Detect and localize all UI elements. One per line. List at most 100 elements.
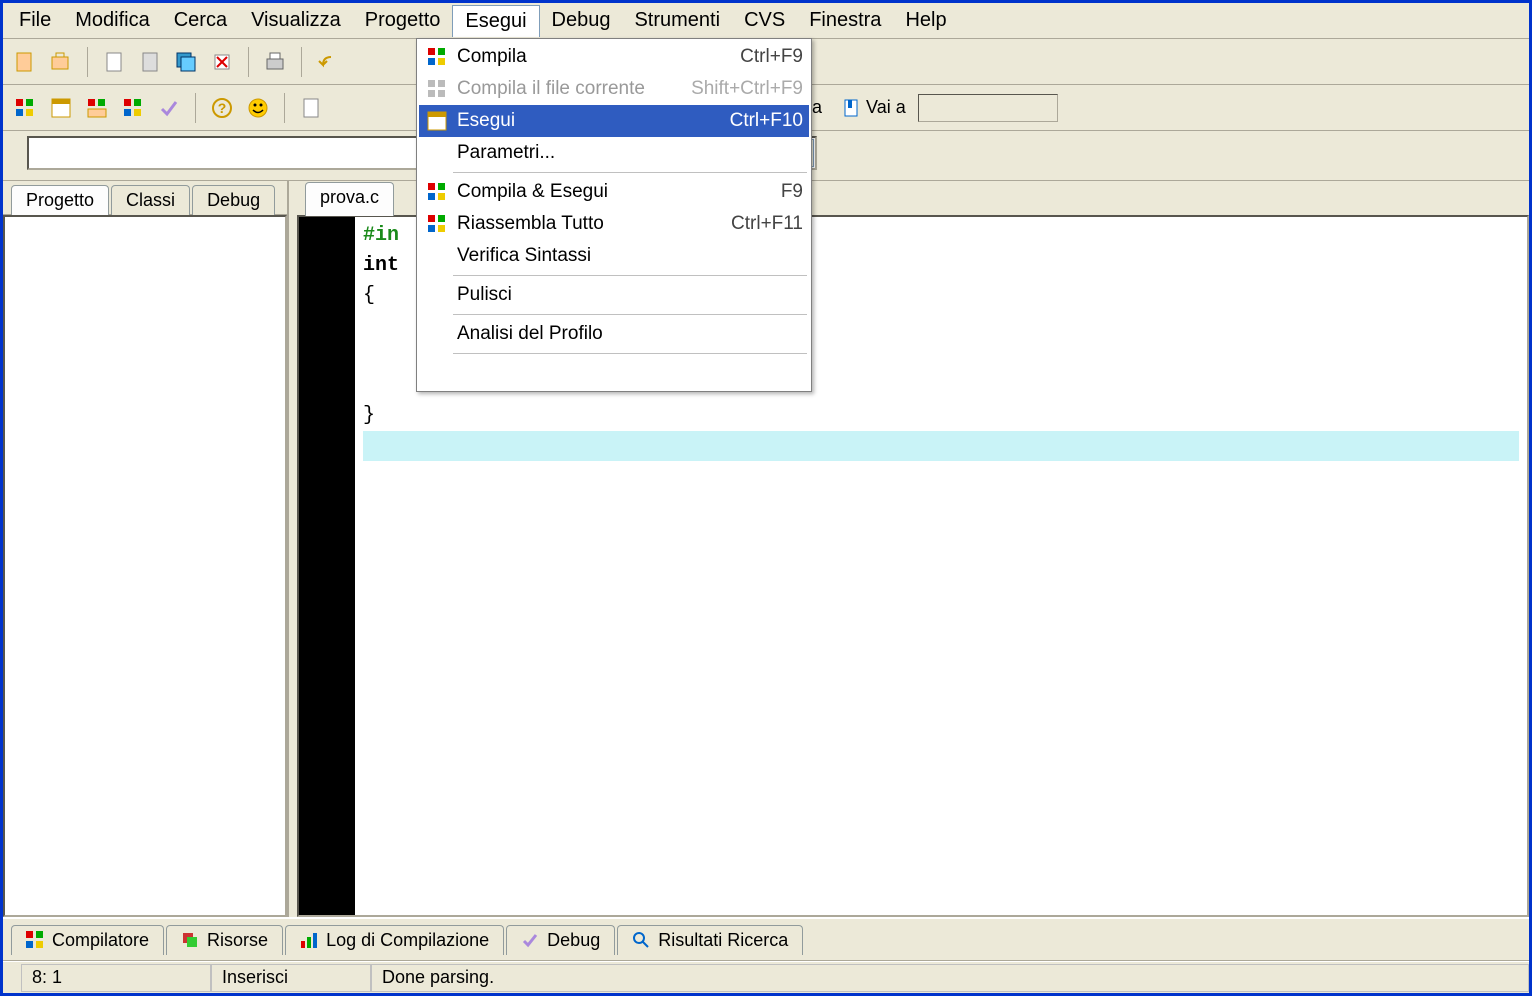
tab-label: Risorse [207,930,268,951]
tab-label: Log di Compilazione [326,930,489,951]
menu-separator [453,275,807,276]
menu-item-shortcut: F9 [781,181,803,203]
sidebar-tabs: Progetto Classi Debug [3,181,287,215]
tab-risorse[interactable]: Risorse [166,925,283,955]
menu-item-parametri[interactable]: Parametri... [419,137,809,169]
four-squares-icon [425,45,449,69]
menu-item-label: Compila & Esegui [457,181,773,203]
code-line: { [363,284,375,307]
menu-item-profilo[interactable]: Analisi del Profilo [419,318,809,350]
tab-compilatore[interactable]: Compilatore [11,925,164,955]
menu-item-label: Parametri... [457,142,803,164]
menu-item-compila-corrente: Compila il file corrente Shift+Ctrl+F9 [419,73,809,105]
help-icon[interactable]: ? [206,92,238,124]
menu-item-compila[interactable]: Compila Ctrl+F9 [419,41,809,73]
menu-item-label: Compila [457,46,732,68]
menu-cvs[interactable]: CVS [732,5,797,36]
four-squares-icon [425,212,449,236]
menu-strumenti[interactable]: Strumenti [622,5,732,36]
bottom-tabs: Compilatore Risorse Log di Compilazione … [3,917,1529,961]
tab-debug-bottom[interactable]: Debug [506,925,615,955]
bookmark-icon [842,99,860,117]
four-squares-icon[interactable] [9,92,41,124]
tab-label: Debug [547,930,600,951]
check-icon [521,931,539,949]
code-line: #in [363,224,399,247]
menu-item-riassembla[interactable]: Riassembla Tutto Ctrl+F11 [419,208,809,240]
dropdown-esegui: Compila Ctrl+F9 Compila il file corrente… [416,38,812,392]
tab-progetto[interactable]: Progetto [11,185,109,215]
statusbar: 8: 1 Inserisci Done parsing. [3,961,1529,993]
menu-help[interactable]: Help [893,5,958,36]
tab-classi[interactable]: Classi [111,185,190,215]
menu-modifica[interactable]: Modifica [63,5,161,36]
smiley-icon[interactable] [242,92,274,124]
menu-item-compila-esegui[interactable]: Compila & Esegui F9 [419,176,809,208]
code-line: int [363,254,399,277]
doc-icon[interactable] [295,92,327,124]
menubar: File Modifica Cerca Visualizza Progetto … [3,3,1529,39]
menu-progetto[interactable]: Progetto [353,5,453,36]
project-tree[interactable] [3,215,287,917]
new-file-icon[interactable] [9,46,41,78]
tab-log[interactable]: Log di Compilazione [285,925,504,955]
menu-finestra[interactable]: Finestra [797,5,893,36]
code-line: } [363,404,375,427]
menu-separator [453,172,807,173]
four-squares-grey-icon [425,77,449,101]
tab-label: Risultati Ricerca [658,930,788,951]
delete-icon[interactable] [206,46,238,78]
menu-debug[interactable]: Debug [540,5,623,36]
stack-icon [181,931,199,949]
menu-item-label: Verifica Sintassi [457,245,803,267]
menu-item-shortcut: Ctrl+F11 [731,213,803,235]
sidebar: Progetto Classi Debug [3,181,289,917]
menu-file[interactable]: File [7,5,63,36]
menu-cerca[interactable]: Cerca [162,5,239,36]
four-squares-icon [425,180,449,204]
undo-icon[interactable] [312,46,344,78]
search-icon [632,931,650,949]
open-file-icon[interactable] [45,46,77,78]
print-icon[interactable] [259,46,291,78]
menu-item-esegui[interactable]: Esegui Ctrl+F10 [419,105,809,137]
menu-visualizza[interactable]: Visualizza [239,5,353,36]
menu-item-resetta [419,357,809,389]
menu-separator [453,314,807,315]
page-icon[interactable] [98,46,130,78]
goto-field[interactable] [918,94,1058,122]
save-all-icon[interactable] [170,46,202,78]
editor-gutter [299,217,355,915]
window-icon [425,109,449,133]
menu-item-label: Compila il file corrente [457,78,683,100]
cursor-line [363,431,1519,461]
menu-item-shortcut: Ctrl+F10 [730,110,803,132]
check-icon[interactable] [153,92,185,124]
menu-item-shortcut: Ctrl+F9 [740,46,803,68]
vai-a-label: Vai a [866,97,906,118]
tab-risultati[interactable]: Risultati Ricerca [617,925,803,955]
rebuild-icon[interactable] [117,92,149,124]
menu-item-pulisci[interactable]: Pulisci [419,279,809,311]
menu-separator [453,353,807,354]
menu-item-shortcut: Shift+Ctrl+F9 [691,78,803,100]
page-grey-icon[interactable] [134,46,166,78]
status-mode: Inserisci [211,964,371,992]
status-position: 8: 1 [21,964,211,992]
bar-chart-icon [300,931,318,949]
menu-item-label: Analisi del Profilo [457,323,803,345]
editor-tab-prova[interactable]: prova.c [305,182,394,216]
compile-run-icon[interactable] [81,92,113,124]
menu-item-label: Esegui [457,110,722,132]
four-squares-icon [26,931,44,949]
vai-a-button[interactable]: Vai a [834,95,914,120]
menu-item-label: Pulisci [457,284,803,306]
status-message: Done parsing. [371,964,1529,992]
tab-debug[interactable]: Debug [192,185,275,215]
tab-label: Compilatore [52,930,149,951]
menu-item-label: Riassembla Tutto [457,213,723,235]
menu-item-verifica-sintassi[interactable]: Verifica Sintassi [419,240,809,272]
window-icon[interactable] [45,92,77,124]
svg-text:?: ? [218,100,227,116]
menu-esegui[interactable]: Esegui [452,5,539,37]
